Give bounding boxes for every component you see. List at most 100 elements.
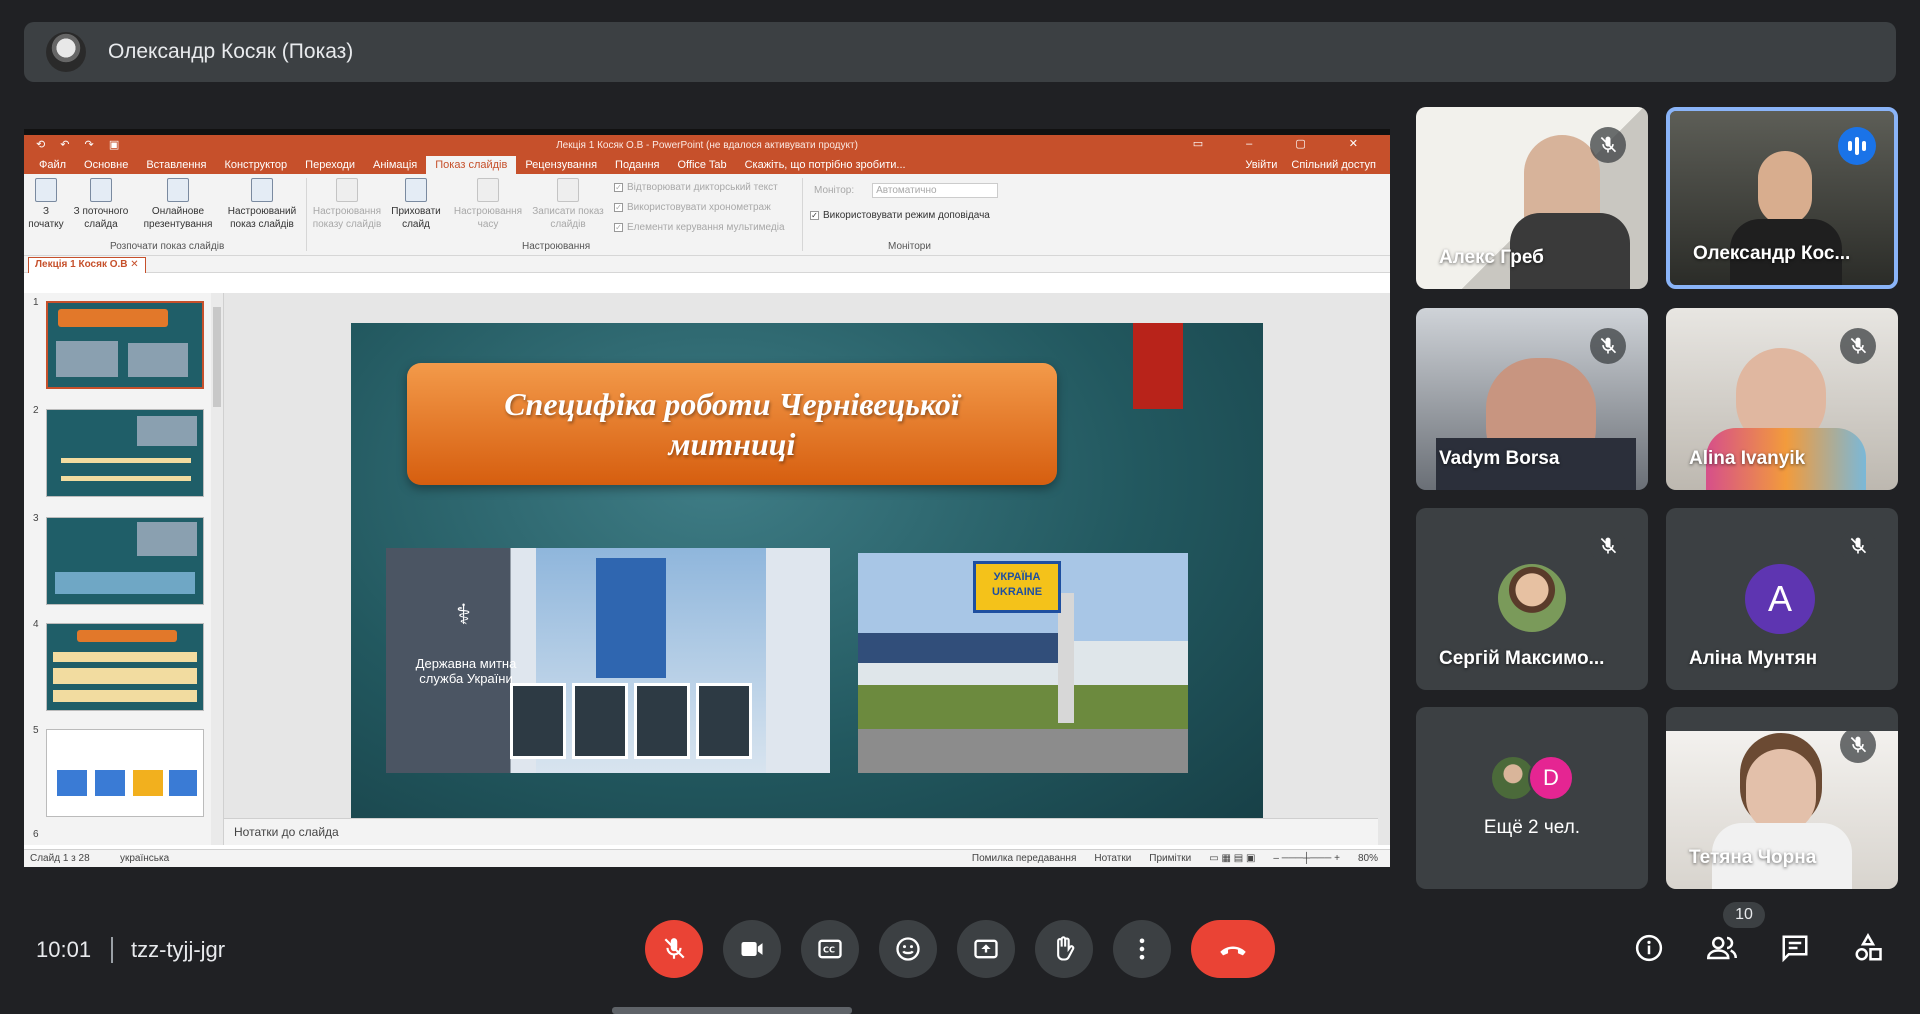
hide-slide-button[interactable]: Приховати слайд <box>386 174 446 231</box>
meeting-clock: 10:01 <box>36 937 92 962</box>
presenter-banner: Олександр Косяк (Показ) <box>24 22 1896 82</box>
custom-show-icon <box>251 178 273 202</box>
tell-me-search[interactable]: Скажіть, що потрібно зробити... <box>736 159 915 174</box>
window-scroll-handle[interactable] <box>612 1007 852 1014</box>
people-button[interactable] <box>1704 930 1740 966</box>
present-online-button[interactable]: Онлайнове презентування <box>136 174 220 231</box>
participant-tile[interactable]: A Аліна Мунтян <box>1666 508 1898 690</box>
slide-notes-pane[interactable]: Нотатки до слайда <box>224 818 1378 845</box>
share-button[interactable]: Спільний доступ <box>1291 159 1376 171</box>
slide-number: 2 <box>33 405 39 416</box>
menu-transitions[interactable]: Переходи <box>296 159 364 174</box>
slide-number: 5 <box>33 725 39 736</box>
menu-view[interactable]: Подання <box>606 159 668 174</box>
slide-thumbnail-pane: 1 2 3 4 5 6 <box>24 293 224 845</box>
thumb-text-block <box>55 572 195 594</box>
online-icon <box>167 178 189 202</box>
slide-thumbnail[interactable] <box>46 623 204 711</box>
thumbnail-scrollbar[interactable] <box>211 293 223 845</box>
participant-tile[interactable]: Alina Ivanyik <box>1666 308 1898 490</box>
thumb-image <box>169 770 197 796</box>
participant-tile[interactable]: Сергій Максимо... <box>1416 508 1648 690</box>
record-show-button[interactable]: Записати показ слайдів <box>528 174 608 231</box>
slide-number: 3 <box>33 513 39 524</box>
participant-name: Vadym Borsa <box>1439 448 1560 469</box>
timer-icon <box>477 178 499 202</box>
menu-animations[interactable]: Анімація <box>364 159 426 174</box>
activities-button[interactable] <box>1850 930 1886 966</box>
comments-toggle[interactable]: Примітки <box>1149 853 1191 864</box>
mic-off-icon <box>1840 328 1876 364</box>
hand-icon <box>1057 936 1075 961</box>
menu-design[interactable]: Конструктор <box>215 159 296 174</box>
current-slide: Специфіка роботи Чернівецької митниці ⚕ Д… <box>351 323 1263 837</box>
camera-toggle-button[interactable] <box>723 920 781 978</box>
zoom-slider[interactable]: – ───┼─── + <box>1273 853 1340 864</box>
menu-review[interactable]: Рецензування <box>516 159 606 174</box>
view-buttons-icon[interactable]: ▭ ▦ ▤ ▣ <box>1209 853 1255 864</box>
language-indicator: українська <box>120 853 170 864</box>
checkbox-icon: ✓ <box>614 223 623 232</box>
menu-home[interactable]: Основне <box>75 159 137 174</box>
more-participants-tile[interactable]: D Ещё 2 чел. <box>1416 707 1648 889</box>
menu-slideshow[interactable]: Показ слайдів <box>426 156 517 174</box>
slide-number: 1 <box>33 297 39 308</box>
record-icon <box>557 178 579 202</box>
more-participants-label: Ещё 2 чел. <box>1483 817 1581 838</box>
emoji-icon <box>896 937 920 961</box>
rehearse-timings-button[interactable]: Настроювання часу <box>448 174 528 231</box>
thumb-image <box>56 341 118 377</box>
document-tab[interactable]: Лекція 1 Косяк О.В ✕ <box>28 257 146 273</box>
chat-icon <box>1782 935 1808 963</box>
signin-link[interactable]: Увійти <box>1245 159 1277 171</box>
slide-thumbnail[interactable] <box>46 517 204 605</box>
more-options-button[interactable] <box>1113 920 1171 978</box>
presenter-view-checkbox[interactable]: ✓ Використовувати режим доповідача <box>810 210 990 221</box>
chat-button[interactable] <box>1777 930 1813 966</box>
ppt-status-bar: Слайд 1 з 28 українська Помилка передава… <box>24 849 1390 867</box>
menu-file[interactable]: Файл <box>30 159 75 174</box>
custom-show-button[interactable]: Настроюваний показ слайдів <box>222 174 302 231</box>
participant-tile[interactable]: Vadym Borsa <box>1416 308 1648 490</box>
ppt-title-bar: ⟲ ↶ ↷ ▣ Лекція 1 Косяк О.В - PowerPoint … <box>24 135 1390 155</box>
participant-avatar <box>1498 564 1566 632</box>
participant-name: Сергій Максимо... <box>1439 648 1605 669</box>
scrollbar-thumb[interactable] <box>213 307 221 407</box>
mini-photo <box>696 683 752 759</box>
slide-play-icon <box>90 178 112 202</box>
media-controls-checkbox[interactable]: ✓ Елементи керування мультимедіа <box>614 222 785 233</box>
monitor-label: Монітор: Автоматично <box>814 183 999 198</box>
slide-thumbnail[interactable] <box>46 409 204 497</box>
leave-call-button[interactable] <box>1191 920 1275 978</box>
ppt-window-title: Лекція 1 Косяк О.В - PowerPoint (не вдал… <box>556 139 858 151</box>
setup-show-button[interactable]: Настроювання показу слайдів <box>308 174 386 231</box>
slide-thumbnail[interactable] <box>46 729 204 817</box>
from-current-button[interactable]: З поточного слайда <box>68 174 134 231</box>
thumb-text-line <box>53 668 197 684</box>
menu-office-tab[interactable]: Office Tab <box>668 159 735 174</box>
captions-button[interactable]: CC <box>801 920 859 978</box>
from-start-button[interactable]: З початку <box>26 174 66 231</box>
use-timings-checkbox[interactable]: ✓ Використовувати хронометраж <box>614 202 771 213</box>
thumb-image <box>133 770 163 796</box>
notes-toggle[interactable]: Нотатки <box>1094 853 1131 864</box>
participant-tile[interactable]: Алекс Греб <box>1416 107 1648 289</box>
upload-error-status[interactable]: Помилка передавання <box>972 853 1076 864</box>
monitor-select[interactable]: Автоматично <box>872 183 999 198</box>
slide-thumbnail[interactable] <box>46 301 204 389</box>
play-narrations-checkbox[interactable]: ✓ Відтворювати дикторський текст <box>614 182 778 193</box>
end-call-icon <box>1220 946 1246 956</box>
menu-insert[interactable]: Вставлення <box>137 159 215 174</box>
participant-tile[interactable]: Тетяна Чорна <box>1666 707 1898 889</box>
checkbox-icon: ✓ <box>810 211 819 220</box>
reactions-button[interactable] <box>879 920 937 978</box>
building-tower-image <box>596 558 666 678</box>
present-screen-button[interactable] <box>957 920 1015 978</box>
raise-hand-button[interactable] <box>1035 920 1093 978</box>
presenter-name: Олександр Косяк (Показ) <box>108 40 354 63</box>
mic-toggle-button[interactable] <box>645 920 703 978</box>
zoom-level[interactable]: 80% <box>1358 853 1378 864</box>
ppt-menu-bar: Файл Основне Вставлення Конструктор Пере… <box>24 155 1390 174</box>
participant-tile-speaking[interactable]: Олександр Кос... <box>1666 107 1898 289</box>
meeting-details-button[interactable] <box>1631 930 1667 966</box>
